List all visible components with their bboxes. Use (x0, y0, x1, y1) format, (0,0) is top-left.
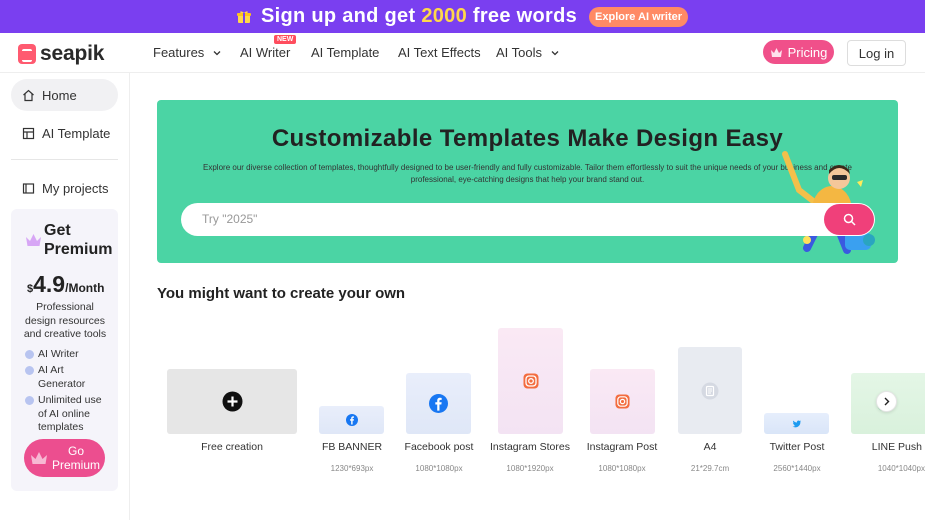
chevron-right-icon (884, 397, 890, 406)
nav-ai-text-effects[interactable]: AI Text Effects (398, 45, 481, 60)
template-thumbnail[interactable] (319, 406, 384, 434)
home-icon (23, 89, 34, 101)
nav-ai-template[interactable]: AI Template (311, 45, 379, 60)
seapik-logo[interactable]: seapik (18, 42, 104, 66)
search-icon (843, 213, 856, 226)
premium-description: Professional design resources and creati… (23, 301, 107, 340)
carousel-next-button[interactable] (876, 391, 897, 412)
promo-banner: Sign up and get 2000 free words Explore … (0, 0, 925, 33)
premium-price: $4.9/Month (27, 271, 105, 297)
crown-icon (31, 452, 47, 464)
section-title: You might want to create your own (157, 285, 406, 302)
login-button[interactable]: Log in (847, 40, 906, 66)
search-button[interactable] (824, 204, 874, 235)
nav-ai-writer-label: AI Writer (240, 45, 291, 60)
facebook-icon (345, 414, 358, 426)
chevron-down-icon (551, 50, 559, 55)
template-search-input[interactable]: Try "2025" (181, 203, 875, 236)
pricing-button[interactable]: Pricing (763, 40, 834, 64)
instagram-icon (523, 373, 538, 389)
document-icon (701, 382, 719, 399)
sidebar-item-my-projects[interactable]: My projects (11, 172, 118, 204)
sidebar-item-label: My projects (42, 180, 109, 196)
nav-ai-tools[interactable]: AI Tools (496, 45, 560, 60)
premium-card: Get Premium $4.9/Month Professional desig… (11, 209, 118, 491)
hero-banner: Customizable Templates Make Design Easy … (157, 100, 898, 263)
hero-subtitle: Explore our diverse collection of templa… (203, 163, 852, 184)
sidebar: Home AI Template My projects Get Premium … (0, 73, 130, 520)
premium-feature: AI Art Generator (25, 364, 105, 391)
check-dot-icon (25, 350, 34, 359)
template-thumbnail[interactable] (590, 369, 655, 434)
template-thumbnail[interactable] (678, 347, 742, 434)
chevron-down-icon (213, 50, 221, 55)
premium-crown-icon (26, 234, 41, 246)
go-premium-button[interactable]: Go Premium (24, 439, 105, 477)
promo-text: Sign up and get 2000 free words (260, 5, 578, 27)
plus-icon (222, 391, 242, 412)
sidebar-item-label: AI Template (42, 125, 111, 141)
new-badge: NEW (274, 35, 297, 44)
nav-features-label: Features (153, 45, 205, 60)
search-placeholder: Try "2025" (202, 212, 258, 226)
top-nav: seapik Features AI Writer NEW AI Templat… (0, 33, 925, 73)
sidebar-item-home[interactable]: Home (11, 79, 118, 111)
sidebar-item-label: Home (42, 87, 77, 103)
folder-icon (22, 182, 35, 194)
explore-ai-writer-button[interactable]: Explore AI writer (589, 6, 689, 27)
facebook-icon (429, 394, 448, 413)
gift-icon (236, 10, 251, 23)
template-name: LINE Push (871, 441, 922, 453)
pricing-label: Pricing (787, 44, 828, 60)
go-premium-label: Go Premium (52, 444, 101, 472)
instagram-icon (615, 394, 630, 409)
nav-ai-text-effects-label: AI Text Effects (398, 45, 481, 60)
hero-illustration (782, 151, 875, 254)
premium-feature: AI Writer (25, 348, 79, 362)
premium-feature: Unlimited use of AI online templates (25, 394, 107, 435)
nav-ai-tools-label: AI Tools (496, 45, 543, 60)
template-name: Free creation (201, 441, 263, 453)
sidebar-item-ai-template[interactable]: AI Template (11, 117, 118, 149)
template-thumbnail[interactable] (764, 413, 829, 434)
sidebar-divider (11, 159, 118, 160)
twitter-icon (792, 419, 801, 427)
template-thumbnail[interactable] (498, 328, 563, 434)
check-dot-icon (25, 366, 34, 375)
logo-mark-icon (18, 44, 36, 64)
check-dot-icon (25, 396, 34, 405)
premium-title: Get Premium (44, 222, 113, 258)
nav-ai-writer[interactable]: AI Writer (240, 45, 290, 60)
template-size: 1040*1040px (877, 464, 925, 473)
nav-features[interactable]: Features (153, 45, 222, 60)
template-thumbnail[interactable] (167, 369, 297, 434)
template-icon (22, 127, 35, 139)
brand-name: seapik (40, 42, 105, 65)
template-thumbnail[interactable] (406, 373, 471, 434)
crown-icon (770, 47, 782, 57)
nav-ai-template-label: AI Template (311, 45, 380, 60)
